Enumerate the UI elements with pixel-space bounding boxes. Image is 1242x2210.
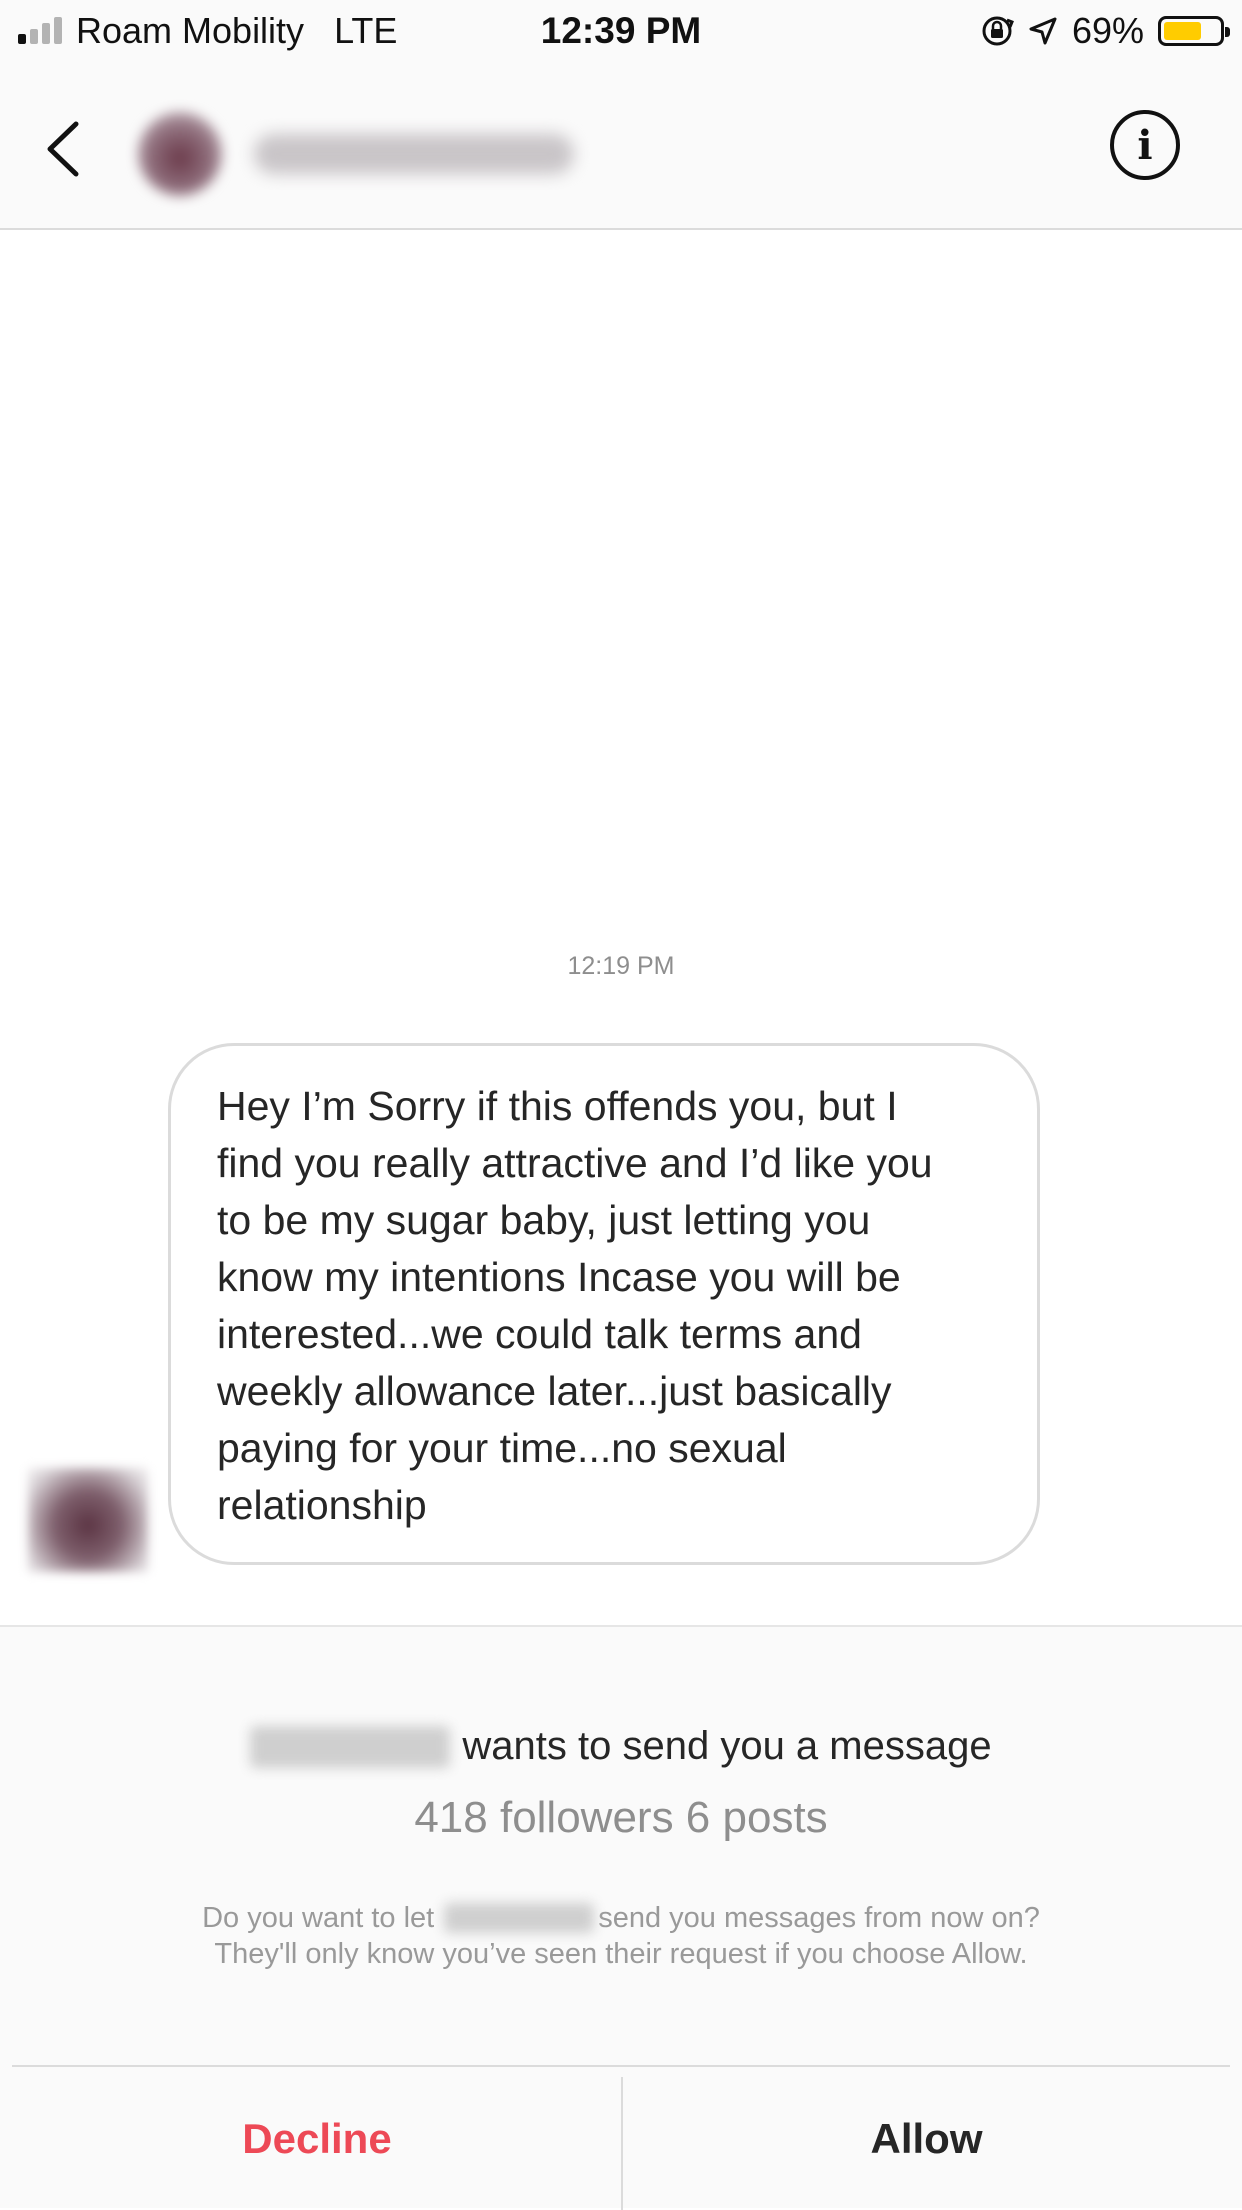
allow-button[interactable]: Allow bbox=[623, 2067, 1230, 2210]
header-username-redacted[interactable] bbox=[254, 134, 574, 174]
battery-percent: 69% bbox=[1071, 10, 1144, 51]
message-line: Hey I’m Sorry if this offends you, but I bbox=[217, 1083, 898, 1129]
message-bubble[interactable]: Hey I’m Sorry if this offends you, but I… bbox=[168, 1043, 1040, 1565]
requester-stats: 418 followers 6 posts bbox=[414, 1793, 828, 1842]
message-line: weekly allowance later...just basically bbox=[217, 1368, 892, 1414]
prompt-prefix: Do you want to let bbox=[202, 1902, 435, 1934]
message-line: paying for your time...no sexual bbox=[217, 1425, 787, 1471]
info-circle-icon: i bbox=[1137, 121, 1153, 169]
header-avatar[interactable] bbox=[138, 112, 222, 196]
prompt-line-2: They'll only know you’ve seen their requ… bbox=[214, 1938, 1028, 1970]
back-button[interactable] bbox=[36, 114, 96, 184]
status-indicators: 69% bbox=[980, 10, 1230, 52]
message-request-panel: wants to send you a message 418 follower… bbox=[0, 1625, 1242, 2210]
message-timestamp: 12:19 PM bbox=[567, 952, 675, 980]
request-title-text: wants to send you a message bbox=[462, 1724, 992, 1768]
chevron-left-icon bbox=[47, 121, 79, 177]
prompt-suffix: send you messages from now on? bbox=[598, 1902, 1040, 1934]
prompt-name-redacted bbox=[444, 1903, 595, 1933]
message-line: know my intentions Incase you will be bbox=[217, 1254, 901, 1300]
request-prompt: Do you want to let send you messages fro… bbox=[0, 1900, 1242, 1972]
thread-header: i bbox=[0, 62, 1242, 230]
requester-name-redacted bbox=[250, 1725, 451, 1768]
message-line: find you really attractive and I’d like … bbox=[217, 1140, 933, 1186]
status-bar: Roam Mobility LTE 12:39 PM 69% bbox=[0, 0, 1242, 62]
message-line: interested...we could talk terms and bbox=[217, 1311, 862, 1357]
info-button[interactable]: i bbox=[1110, 110, 1180, 180]
sender-avatar[interactable] bbox=[28, 1468, 148, 1572]
battery-level bbox=[1164, 22, 1201, 40]
battery-icon bbox=[1158, 16, 1230, 46]
decline-button[interactable]: Decline bbox=[12, 2067, 622, 2210]
message-line: to be my sugar baby, just letting you bbox=[217, 1197, 871, 1243]
message-line: relationship bbox=[217, 1482, 427, 1528]
request-actions: Decline Allow bbox=[12, 2065, 1230, 2210]
request-title: wants to send you a message bbox=[0, 1724, 1242, 1769]
location-arrow-icon bbox=[1029, 17, 1057, 45]
orientation-lock-icon bbox=[982, 16, 1014, 46]
